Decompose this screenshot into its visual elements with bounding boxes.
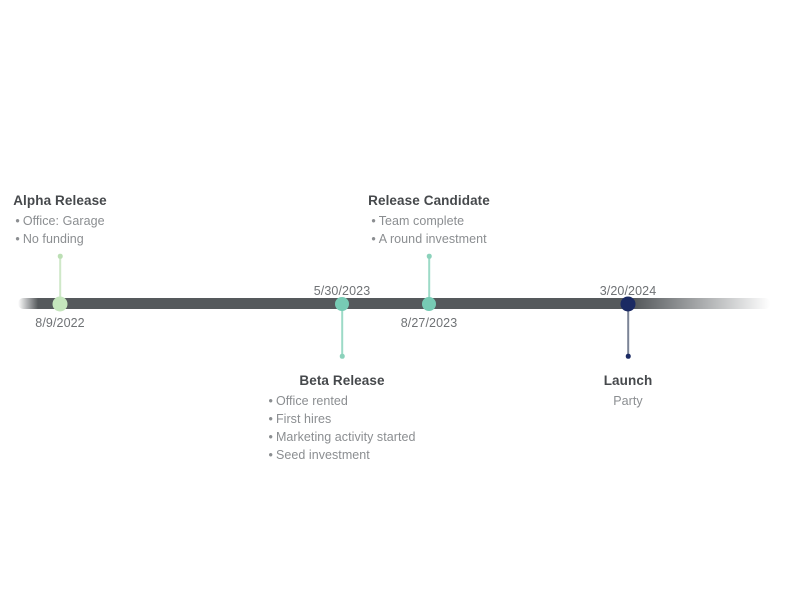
list-item: • A round investment: [371, 230, 486, 248]
list-item-label: No funding: [22, 232, 84, 246]
list-item-label: Office: Garage: [22, 214, 105, 228]
milestone-date-release-candidate: 8/27/2023: [400, 316, 458, 330]
list-item-label: Party: [613, 394, 643, 408]
bullet-icon: •: [15, 232, 20, 246]
list-item-label: Team complete: [378, 214, 465, 228]
connector-line-beta-release: [341, 303, 343, 356]
connector-cap-alpha-release: [57, 253, 63, 259]
milestone-title-beta-release: Beta Release: [299, 373, 385, 388]
milestone-date-launch: 3/20/2024: [599, 284, 657, 298]
milestone-items-alpha-release: • Office: Garage • No funding: [15, 212, 104, 248]
list-item-label: First hires: [275, 412, 332, 426]
bullet-icon: •: [268, 394, 273, 408]
bullet-icon: •: [371, 214, 376, 228]
milestone-title-release-candidate: Release Candidate: [368, 193, 490, 208]
milestone-date-beta-release: 5/30/2023: [313, 284, 371, 298]
bullet-icon: •: [268, 430, 273, 444]
timeline-chart: 8/9/2022 Alpha Release • Office: Garage •…: [0, 0, 800, 600]
milestone-content-alpha-release: Alpha Release • Office: Garage • No fundin…: [13, 192, 107, 248]
bullet-icon: •: [15, 214, 20, 228]
list-item: • Team complete: [371, 212, 486, 230]
milestone-items-beta-release: • Office rented • First hires • Marketing a…: [269, 392, 416, 464]
list-item: • Office rented: [269, 392, 416, 410]
milestone-items-launch: Party: [604, 392, 653, 410]
milestone-date-alpha-release: 8/9/2022: [35, 316, 85, 330]
milestone-title-launch: Launch: [603, 373, 653, 388]
list-item-label: A round investment: [378, 232, 487, 246]
bullet-icon: •: [371, 232, 376, 246]
milestone-content-release-candidate: Release Candidate • Team complete • A roun…: [368, 192, 490, 248]
list-item: • No funding: [15, 230, 104, 248]
timeline-axis-bar: [18, 298, 770, 309]
connector-cap-beta-release: [339, 353, 345, 359]
list-item: • Marketing activity started: [269, 428, 416, 446]
connector-cap-launch: [625, 353, 631, 359]
list-item-label: Office rented: [275, 394, 348, 408]
milestone-title-alpha-release: Alpha Release: [13, 193, 107, 208]
list-item-label: Marketing activity started: [275, 430, 416, 444]
list-item: Party: [604, 392, 653, 410]
bullet-icon: •: [268, 448, 273, 462]
list-item: • Seed investment: [269, 446, 416, 464]
milestone-content-beta-release: Beta Release • Office rented • First hires…: [269, 372, 416, 464]
milestone-dot-alpha-release[interactable]: [52, 296, 68, 311]
bullet-icon: •: [268, 412, 273, 426]
milestone-dot-beta-release[interactable]: [335, 296, 349, 311]
list-item: • First hires: [269, 410, 416, 428]
milestone-dot-launch[interactable]: [620, 296, 636, 311]
list-item-label: Seed investment: [275, 448, 370, 462]
milestone-items-release-candidate: • Team complete • A round investment: [371, 212, 486, 248]
list-item: • Office: Garage: [15, 212, 104, 230]
milestone-dot-release-candidate[interactable]: [422, 296, 436, 311]
milestone-content-launch: Launch Party: [604, 372, 653, 410]
connector-cap-release-candidate: [426, 253, 432, 259]
